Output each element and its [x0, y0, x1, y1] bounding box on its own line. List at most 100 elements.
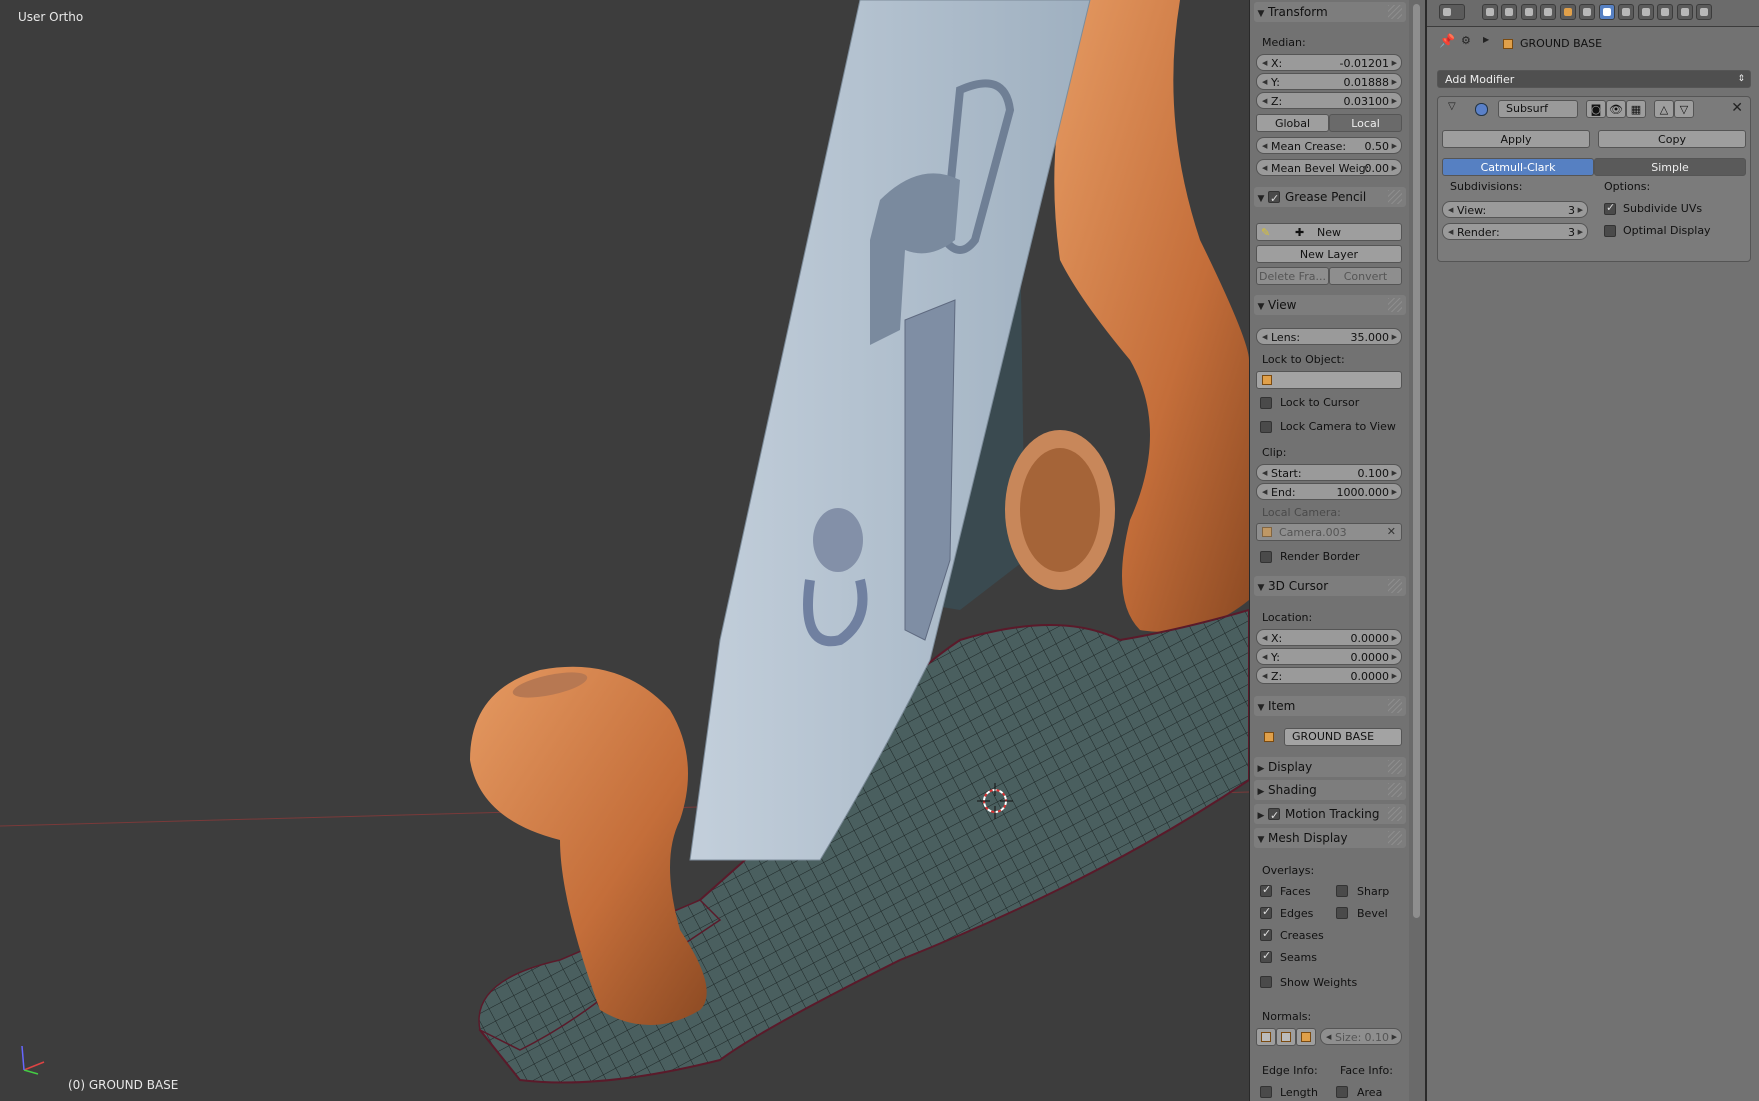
subdiv-render-field[interactable]: ◀ Render: 3 ▶ — [1442, 223, 1588, 240]
subsurf-modifier-icon — [1475, 103, 1488, 116]
mean-bevel-field[interactable]: ◀ Mean Bevel Weig: 0.00 ▶ — [1256, 159, 1402, 176]
motion-tracking-section-header[interactable]: ▶Motion Tracking — [1254, 804, 1406, 826]
catmull-clark-toggle[interactable]: Catmull-Clark — [1442, 158, 1594, 176]
subdivide-uvs-checkbox[interactable] — [1604, 201, 1616, 215]
transform-section-header[interactable]: ▼ Transform — [1254, 2, 1406, 22]
local-camera-field[interactable]: Camera.003 ✕ — [1256, 523, 1402, 541]
split-normals-button[interactable] — [1276, 1028, 1296, 1046]
subdivisions-label: Subdivisions: — [1450, 180, 1523, 193]
render-border-checkbox[interactable] — [1260, 551, 1272, 563]
clip-start-field[interactable]: ◀ Start: 0.100 ▶ — [1256, 464, 1402, 481]
physics-tab-icon[interactable] — [1696, 4, 1712, 20]
properties-header — [1427, 0, 1759, 27]
global-toggle[interactable]: Global — [1256, 114, 1329, 132]
split-normal-icon — [1281, 1032, 1291, 1042]
viewport-eye-icon[interactable]: 👁 — [1606, 100, 1626, 118]
vertex-normals-button[interactable] — [1256, 1028, 1276, 1046]
show-weights-checkbox[interactable] — [1260, 976, 1272, 988]
world-tab-icon[interactable] — [1540, 4, 1556, 20]
shading-section-header[interactable]: ▶ Shading — [1254, 780, 1406, 800]
median-x-field[interactable]: ◀ X: -0.01201 ▶ — [1256, 54, 1402, 71]
breadcrumb-object-icon — [1503, 39, 1513, 49]
pin-icon[interactable]: 📌 — [1439, 34, 1455, 49]
viewport-title: User Ortho — [18, 10, 84, 24]
motion-tracking-checkbox[interactable] — [1268, 806, 1280, 826]
grease-pencil-checkbox[interactable] — [1268, 189, 1280, 209]
clip-end-field[interactable]: ◀ End: 1000.000 ▶ — [1256, 483, 1402, 500]
length-checkbox[interactable] — [1260, 1086, 1272, 1098]
clear-icon[interactable]: ✕ — [1387, 525, 1396, 538]
seams-checkbox[interactable] — [1260, 949, 1272, 963]
creases-checkbox[interactable] — [1260, 927, 1272, 941]
optimal-display-checkbox[interactable] — [1604, 225, 1616, 237]
options-label: Options: — [1604, 180, 1651, 193]
active-object-label: (0) GROUND BASE — [68, 1078, 179, 1092]
bevel-checkbox[interactable] — [1336, 907, 1348, 919]
mesh-display-section-header[interactable]: ▼ Mesh Display — [1254, 828, 1406, 848]
grease-pencil-new-button[interactable]: ✎ ✚ New — [1256, 223, 1402, 241]
3d-viewport[interactable]: User Ortho (0) GROUND BASE — [0, 0, 1249, 1101]
modifiers-wrench-icon[interactable] — [1599, 4, 1615, 20]
faces-checkbox[interactable] — [1260, 883, 1272, 897]
lock-to-object-label: Lock to Object: — [1262, 353, 1345, 366]
subdiv-view-field[interactable]: ◀ View: 3 ▶ — [1442, 201, 1588, 218]
grease-pencil-section-header[interactable]: ▼Grease Pencil — [1254, 187, 1406, 209]
move-up-icon[interactable]: △ — [1654, 100, 1674, 118]
pencil-icon: ✎ — [1261, 226, 1271, 239]
scene-render[interactable] — [0, 0, 1249, 1101]
lens-field[interactable]: ◀ Lens: 35.000 ▶ — [1256, 328, 1402, 345]
cursor-x-field[interactable]: ◀ X: 0.0000 ▶ — [1256, 629, 1402, 646]
move-down-icon[interactable]: ▽ — [1674, 100, 1694, 118]
collapse-chevron-icon[interactable]: ▽ — [1448, 101, 1456, 112]
render-toggle-camera-icon[interactable]: ◙ — [1586, 100, 1606, 118]
item-section-header[interactable]: ▼ Item — [1254, 696, 1406, 716]
copy-button[interactable]: Copy — [1598, 130, 1746, 148]
normal-size-field[interactable]: ◀ Size: 0.10 ▶ — [1320, 1028, 1402, 1045]
lock-object-field[interactable] — [1256, 371, 1402, 389]
simple-toggle[interactable]: Simple — [1594, 158, 1746, 176]
edges-checkbox[interactable] — [1260, 905, 1272, 919]
scene-tab-icon[interactable] — [1521, 4, 1537, 20]
display-section-header[interactable]: ▶ Display — [1254, 757, 1406, 777]
remove-modifier-close-icon[interactable]: ✕ — [1731, 100, 1743, 116]
editor-type-icon[interactable] — [1439, 4, 1465, 20]
subsurf-modifier-panel: ▽ Subsurf ◙ 👁 ▦ △ ▽ ✕ Apply Copy Catmull… — [1437, 96, 1751, 262]
constraints-tab-icon[interactable] — [1579, 4, 1595, 20]
modifier-name-field[interactable]: Subsurf — [1498, 100, 1578, 118]
n-panel-scroll-thumb[interactable] — [1413, 4, 1420, 918]
cursor-y-field[interactable]: ◀ Y: 0.0000 ▶ — [1256, 648, 1402, 665]
area-checkbox[interactable] — [1336, 1086, 1348, 1098]
median-z-field[interactable]: ◀ Z: 0.03100 ▶ — [1256, 92, 1402, 109]
render-layers-tab-icon[interactable] — [1501, 4, 1517, 20]
editmode-icon[interactable]: ▦ — [1626, 100, 1646, 118]
lock-camera-label: Lock Camera to View — [1280, 420, 1396, 433]
cursor-z-field[interactable]: ◀ Z: 0.0000 ▶ — [1256, 667, 1402, 684]
3d-cursor-section-header[interactable]: ▼ 3D Cursor — [1254, 576, 1406, 596]
apply-button[interactable]: Apply — [1442, 130, 1590, 148]
material-tab-icon[interactable] — [1638, 4, 1654, 20]
convert-button[interactable]: Convert — [1329, 267, 1402, 285]
particles-tab-icon[interactable] — [1677, 4, 1693, 20]
lock-to-cursor-checkbox[interactable] — [1260, 397, 1272, 409]
object-tab-icon[interactable] — [1560, 4, 1576, 20]
view-section-header[interactable]: ▼ View — [1254, 295, 1406, 315]
sharp-checkbox[interactable] — [1336, 885, 1348, 897]
local-toggle[interactable]: Local — [1329, 114, 1402, 132]
new-layer-button[interactable]: New Layer — [1256, 245, 1402, 263]
data-tab-icon[interactable] — [1618, 4, 1634, 20]
item-name-field[interactable]: GROUND BASE — [1284, 728, 1402, 746]
render-tab-icon[interactable] — [1482, 4, 1498, 20]
mean-crease-field[interactable]: ◀ Mean Crease: 0.50 ▶ — [1256, 137, 1402, 154]
lock-camera-checkbox[interactable] — [1260, 421, 1272, 433]
face-normal-icon — [1301, 1032, 1311, 1042]
n-panel-scrollbar[interactable] — [1409, 0, 1425, 1101]
delete-frame-button[interactable]: Delete Fra... — [1256, 267, 1329, 285]
median-y-field[interactable]: ◀ Y: 0.01888 ▶ — [1256, 73, 1402, 90]
normals-label: Normals: — [1262, 1010, 1312, 1023]
add-modifier-dropdown[interactable]: Add Modifier ⇕ — [1437, 70, 1751, 88]
show-weights-label: Show Weights — [1280, 976, 1358, 989]
texture-tab-icon[interactable] — [1657, 4, 1673, 20]
lock-to-cursor-label: Lock to Cursor — [1280, 396, 1360, 409]
face-normals-button[interactable] — [1296, 1028, 1316, 1046]
median-label: Median: — [1262, 36, 1306, 49]
